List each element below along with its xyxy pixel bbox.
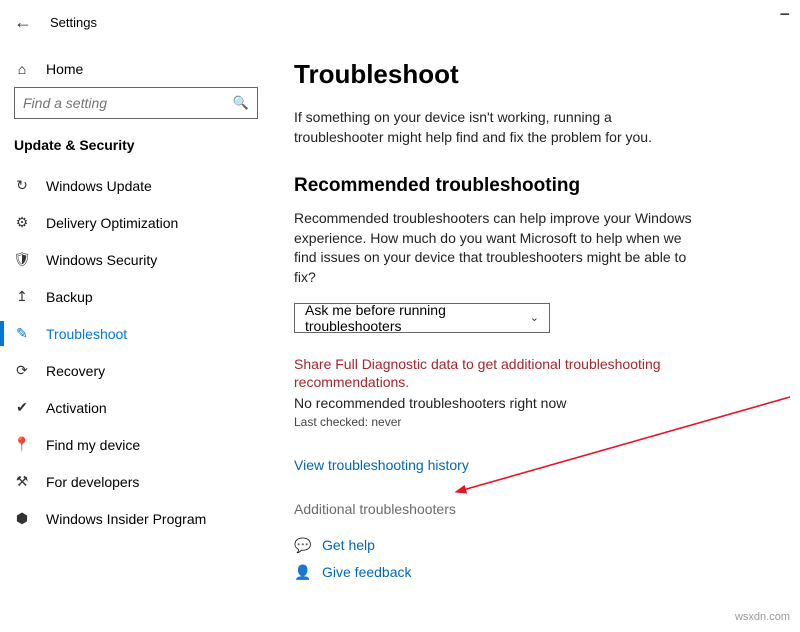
- sidebar-item-label: Windows Update: [46, 178, 152, 194]
- sidebar-item-label: Windows Insider Program: [46, 511, 206, 527]
- minimize-button[interactable]: −: [779, 4, 790, 25]
- recovery-icon: ⟳: [14, 362, 30, 379]
- insider-icon: ⬢: [14, 510, 30, 527]
- sidebar-item-troubleshoot[interactable]: ✎ Troubleshoot: [14, 315, 258, 352]
- page-title: Troubleshoot: [294, 59, 776, 90]
- sidebar-item-label: Find my device: [46, 437, 140, 453]
- search-icon: 🔍: [233, 95, 249, 111]
- home-icon: ⌂: [14, 61, 30, 77]
- findmydevice-icon: 📍: [14, 436, 30, 453]
- app-title: Settings: [50, 15, 97, 30]
- sidebar-item-windows-security[interactable]: 🛡 Windows Security: [14, 241, 258, 278]
- search-input[interactable]: [23, 95, 233, 111]
- get-help-link[interactable]: Get help: [322, 537, 375, 553]
- intro-text: If something on your device isn't workin…: [294, 108, 694, 147]
- home-label: Home: [46, 61, 83, 77]
- feedback-icon: 👤: [294, 564, 312, 581]
- dropdown-value: Ask me before running troubleshooters: [305, 302, 530, 334]
- sidebar-item-label: Recovery: [46, 363, 105, 379]
- sidebar-item-windows-insider-program[interactable]: ⬢ Windows Insider Program: [14, 500, 258, 537]
- activation-icon: ✔: [14, 399, 30, 416]
- sidebar-item-label: Delivery Optimization: [46, 215, 178, 231]
- sidebar-item-find-my-device[interactable]: 📍 Find my device: [14, 426, 258, 463]
- sidebar-item-label: For developers: [46, 474, 139, 490]
- sidebar-item-recovery[interactable]: ⟳ Recovery: [14, 352, 258, 389]
- back-button[interactable]: ←: [14, 12, 32, 33]
- sidebar-item-label: Windows Security: [46, 252, 157, 268]
- sidebar-item-label: Activation: [46, 400, 107, 416]
- backup-icon: ↥: [14, 288, 30, 305]
- chevron-down-icon: ⌄: [530, 311, 539, 324]
- sidebar-item-activation[interactable]: ✔ Activation: [14, 389, 258, 426]
- home-nav[interactable]: ⌂ Home: [14, 53, 258, 87]
- sidebar-item-for-developers[interactable]: ⚒ For developers: [14, 463, 258, 500]
- troubleshoot-icon: ✎: [14, 325, 30, 342]
- sync-icon: ↻: [14, 177, 30, 194]
- watermark: wsxdn.com: [735, 611, 790, 623]
- search-input-container[interactable]: 🔍: [14, 87, 258, 119]
- diagnostic-warning: Share Full Diagnostic data to get additi…: [294, 355, 694, 391]
- give-feedback-link[interactable]: Give feedback: [322, 564, 412, 580]
- history-link[interactable]: View troubleshooting history: [294, 457, 776, 473]
- developers-icon: ⚒: [14, 473, 30, 490]
- sidebar-item-backup[interactable]: ↥ Backup: [14, 278, 258, 315]
- chat-icon: 💬: [294, 537, 312, 554]
- sidebar: ⌂ Home 🔍 Update & Security ↻ Windows Upda…: [0, 43, 272, 632]
- sidebar-item-windows-update[interactable]: ↻ Windows Update: [14, 167, 258, 204]
- sidebar-item-label: Troubleshoot: [46, 326, 127, 342]
- sidebar-item-label: Backup: [46, 289, 93, 305]
- section-title: Update & Security: [14, 137, 258, 153]
- troubleshoot-dropdown[interactable]: Ask me before running troubleshooters ⌄: [294, 303, 550, 333]
- shield-icon: 🛡: [14, 251, 30, 268]
- delivery-icon: ⚙: [14, 214, 30, 231]
- sidebar-item-delivery-optimization[interactable]: ⚙ Delivery Optimization: [14, 204, 258, 241]
- additional-troubleshooters-link[interactable]: Additional troubleshooters: [294, 501, 776, 517]
- no-recommended-text: No recommended troubleshooters right now: [294, 395, 776, 411]
- main-content: Troubleshoot If something on your device…: [272, 43, 800, 632]
- recommended-heading: Recommended troubleshooting: [294, 175, 776, 197]
- last-checked-text: Last checked: never: [294, 415, 776, 429]
- recommended-text: Recommended troubleshooters can help imp…: [294, 209, 694, 287]
